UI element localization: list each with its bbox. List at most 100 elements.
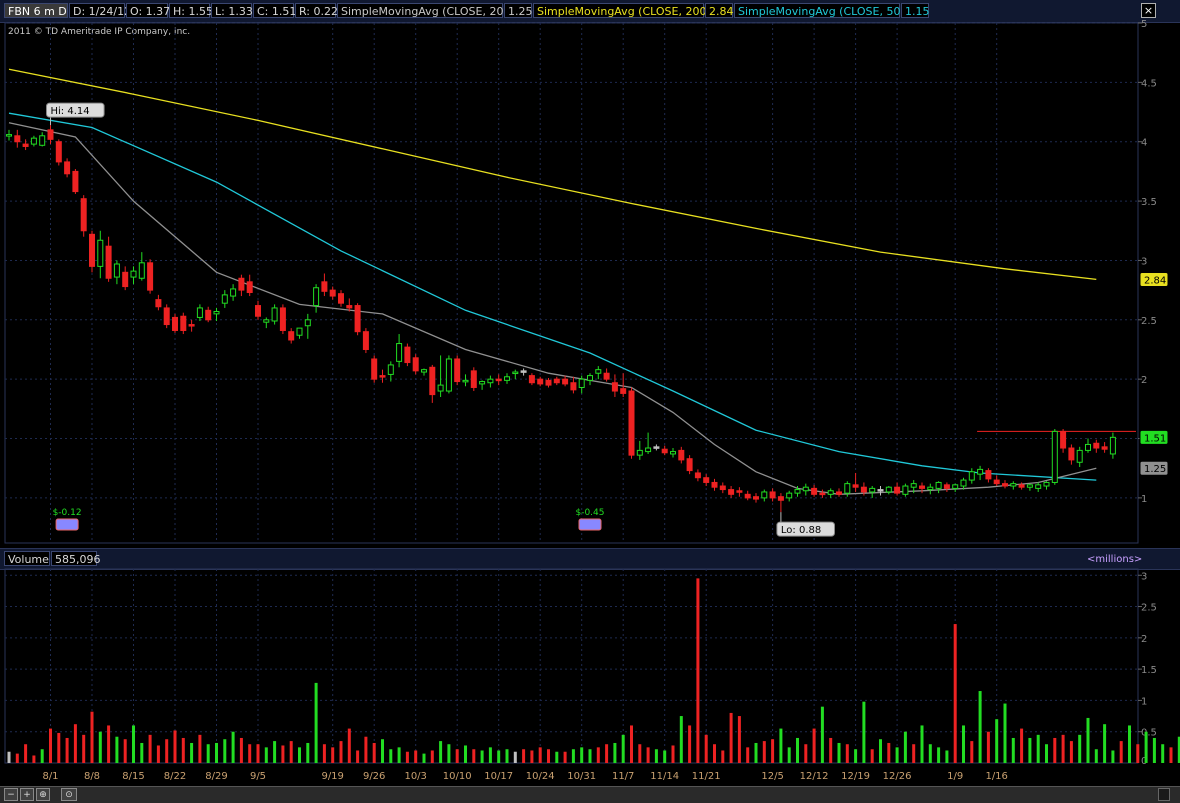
candle-body (354, 305, 361, 333)
volume-bar (24, 744, 28, 763)
volume-bar (654, 749, 658, 763)
volume-bar (505, 749, 509, 763)
volume-bar (1020, 728, 1024, 763)
earnings-icon (55, 518, 79, 531)
candle-body (562, 378, 569, 385)
volume-bar (1152, 737, 1156, 763)
volume-bar (364, 736, 368, 763)
volume-bar (538, 747, 542, 763)
candle-body (670, 451, 676, 455)
date-axis-label: 8/29 (205, 771, 227, 782)
volume-bar (1111, 750, 1115, 763)
price-axis-tick-label: 4 (1141, 138, 1147, 149)
volume-bar (713, 744, 716, 763)
volume-bar (671, 745, 675, 763)
crosshair-button[interactable]: ⊙ (61, 788, 77, 801)
volume-bar (663, 750, 667, 763)
price-axis-tick-label: 3 (1141, 256, 1147, 267)
candle-body (412, 357, 419, 372)
candle-body (1018, 484, 1025, 488)
volume-bar (215, 742, 218, 763)
volume-bar (696, 578, 700, 763)
candle-body (387, 364, 394, 375)
volume-bar (73, 724, 77, 763)
zoom-out-button[interactable]: − (4, 788, 18, 801)
candle-body (985, 470, 992, 480)
volume-bar (1161, 744, 1165, 763)
chart-canvas[interactable]: 11.522.533.544.550.511.522.5308/18/88/15… (0, 0, 1180, 802)
volume-bar (239, 737, 243, 763)
volume-bar (621, 734, 625, 763)
volume-bar (937, 747, 941, 763)
date-axis-label: 8/15 (122, 771, 144, 782)
date-axis-label: 9/5 (250, 771, 266, 782)
candle-body (304, 319, 311, 327)
volume-bar (107, 725, 111, 763)
candle-body (661, 448, 668, 454)
candle-body (719, 485, 726, 491)
candle-body (279, 307, 286, 331)
volume-bar (480, 750, 484, 763)
volume-bar (737, 716, 741, 763)
scroll-right-handle[interactable] (1158, 788, 1170, 801)
volume-bar (887, 742, 891, 763)
candle-body (1076, 449, 1083, 463)
volume-bar (804, 744, 808, 763)
candle-body (528, 375, 535, 384)
volume-bar (405, 751, 409, 763)
candle-body (653, 446, 660, 449)
volume-axis-tick-label: 0.5 (1141, 728, 1157, 739)
candle-body (230, 288, 237, 297)
candle-body (545, 379, 552, 386)
candle-body (47, 129, 54, 140)
volume-bar (414, 750, 418, 763)
volume-bar (978, 691, 982, 763)
volume-bar (679, 716, 683, 763)
candle-body (1051, 430, 1058, 483)
candle-body (802, 486, 809, 492)
date-axis-label: 12/5 (761, 771, 783, 782)
volume-bar (630, 725, 633, 763)
date-axis-label: 11/21 (692, 771, 721, 782)
volume-bar (472, 749, 476, 763)
candle-body (836, 491, 842, 495)
date-axis-label: 12/26 (883, 771, 912, 782)
volume-bar (488, 747, 492, 763)
volume-bar (98, 731, 102, 763)
candle-body (902, 485, 909, 495)
candle-body (371, 358, 378, 380)
candle-body (645, 447, 652, 453)
volume-bar (1011, 737, 1015, 763)
volume-bar (704, 734, 708, 763)
candle-body (1043, 481, 1050, 487)
volume-bar (970, 741, 974, 763)
candle-body (1093, 442, 1100, 449)
volume-bar (389, 749, 393, 763)
volume-bar (1144, 731, 1148, 763)
volume-bar (1036, 734, 1040, 763)
candle-body (479, 381, 486, 385)
volume-bar (156, 745, 160, 763)
volume-bar (796, 737, 799, 763)
candle-body (338, 293, 344, 304)
volume-bar (1086, 717, 1090, 763)
zoom-in-button[interactable]: + (20, 788, 34, 801)
candle-body (72, 170, 79, 193)
candle-body (578, 378, 585, 388)
candle-body (313, 287, 320, 307)
candle-body (827, 490, 834, 495)
candle-body (255, 305, 261, 317)
zoom-fit-button[interactable]: ⊕ (36, 788, 50, 801)
volume-bar (729, 712, 733, 763)
date-axis-label: 8/8 (84, 771, 100, 782)
earnings-value: $-0.45 (575, 508, 604, 518)
candle-body (14, 135, 21, 143)
candle-body (437, 384, 444, 392)
volume-bar (613, 742, 617, 763)
price-axis-tick-label: 1 (1141, 494, 1147, 505)
candle-body (894, 486, 901, 494)
volume-bar (787, 747, 791, 763)
volume-bar (588, 749, 592, 763)
date-axis-label: 1/16 (985, 771, 1007, 782)
candle-body (172, 316, 178, 331)
